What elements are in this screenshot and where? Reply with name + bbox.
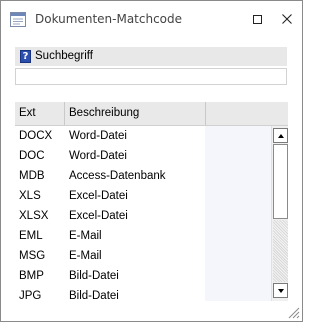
matchcode-window: Dokumenten-Matchcode ? Suchbegriff Ext B… (0, 0, 303, 322)
cell-description: Bild-Datei (65, 286, 205, 301)
help-icon[interactable]: ? (20, 50, 31, 63)
list-row[interactable]: XLSX Excel-Datei (15, 206, 271, 226)
scroll-down-button[interactable] (273, 283, 288, 298)
list-row[interactable]: MDB Access-Datenbank (15, 166, 271, 186)
cell-description: E-Mail (65, 246, 205, 266)
title-bar[interactable]: Dokumenten-Matchcode (1, 1, 302, 37)
cell-ext: EML (15, 226, 65, 246)
column-header-description[interactable]: Beschreibung (65, 102, 206, 125)
cell-ext: XLSX (15, 206, 65, 226)
list-row[interactable]: BMP Bild-Datei (15, 266, 271, 286)
cell-ext: MSG (15, 246, 65, 266)
list-row[interactable]: EML E-Mail (15, 226, 271, 246)
list-header: Ext Beschreibung (15, 102, 288, 126)
arrow-up-icon (277, 133, 284, 138)
close-icon (282, 14, 292, 24)
cell-description: E-Mail (65, 226, 205, 246)
list-row[interactable]: JPG Bild-Datei (15, 286, 271, 301)
cell-ext: MDB (15, 166, 65, 186)
cell-ext: XLS (15, 186, 65, 206)
list-row[interactable]: DOC Word-Datei (15, 146, 271, 166)
cell-ext: JPG (15, 286, 65, 301)
cell-description: Bild-Datei (65, 266, 205, 286)
search-label: Suchbegriff (35, 50, 93, 62)
arrow-down-icon (277, 288, 284, 293)
cell-description: Access-Datenbank (65, 166, 205, 186)
list-row[interactable]: DOCX Word-Datei (15, 126, 271, 146)
cell-description: Excel-Datei (65, 206, 205, 226)
close-button[interactable] (276, 9, 298, 29)
scrollbar-track[interactable] (273, 220, 288, 282)
maximize-icon (252, 14, 262, 24)
cell-ext: BMP (15, 266, 65, 286)
cell-description: Excel-Datei (65, 186, 205, 206)
list-row[interactable]: MSG E-Mail (15, 246, 271, 266)
cell-description: Word-Datei (65, 146, 205, 166)
window-title: Dokumenten-Matchcode (35, 12, 183, 26)
cell-ext: DOC (15, 146, 65, 166)
vertical-scrollbar[interactable] (271, 126, 288, 301)
search-header: ? Suchbegriff (15, 47, 287, 66)
cell-description: Word-Datei (65, 126, 205, 146)
scroll-up-button[interactable] (273, 128, 288, 143)
document-list-icon (10, 12, 26, 27)
maximize-button[interactable] (246, 9, 268, 29)
resize-grip-icon[interactable] (286, 305, 300, 319)
list-row[interactable]: XLS Excel-Datei (15, 186, 271, 206)
cell-ext: DOCX (15, 126, 65, 146)
list-rows: DOCX Word-Datei DOC Word-Datei MDB Acces… (15, 126, 271, 301)
column-header-ext[interactable]: Ext (15, 102, 65, 125)
scrollbar-thumb[interactable] (273, 144, 288, 219)
file-type-list: Ext Beschreibung DOCX Word-Datei DOC Wor… (15, 102, 288, 301)
search-input[interactable] (15, 68, 287, 85)
